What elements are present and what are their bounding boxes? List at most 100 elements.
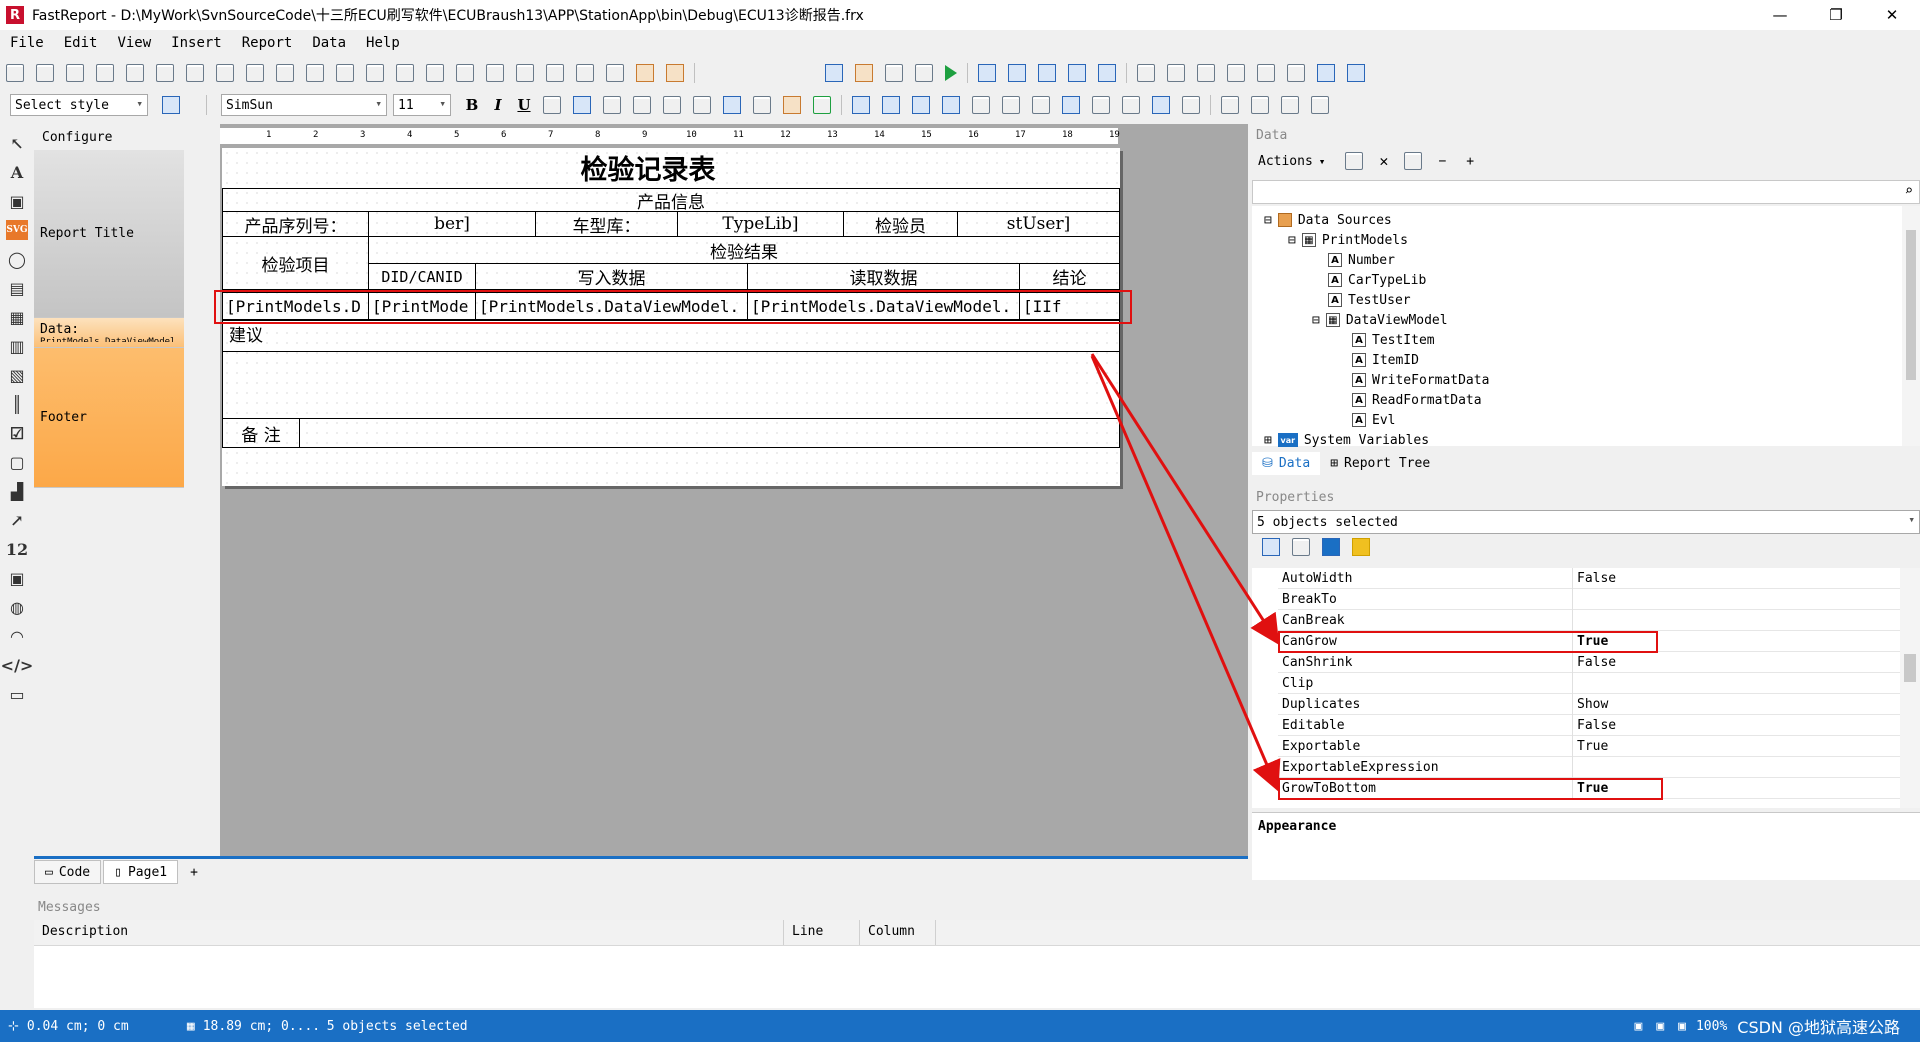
- alphabetical-icon[interactable]: [1292, 538, 1310, 556]
- remark-label[interactable]: 备 注: [222, 418, 300, 448]
- car-type-value[interactable]: TypeLib]: [677, 211, 844, 237]
- line-style-icon[interactable]: [1182, 96, 1200, 114]
- tree-node-evl[interactable]: A Evl: [1352, 410, 1395, 430]
- text-justify-icon[interactable]: [633, 96, 651, 114]
- map-icon[interactable]: ◍: [6, 597, 28, 617]
- align-grid-icon[interactable]: [6, 64, 24, 82]
- text-align-right-icon[interactable]: [603, 96, 621, 114]
- inspection-item-label[interactable]: 检验项目: [222, 236, 369, 290]
- menu-data[interactable]: Data: [312, 35, 346, 51]
- shape-icon[interactable]: ◯: [6, 249, 28, 269]
- undo-icon[interactable]: [1257, 64, 1275, 82]
- chevron-down-icon[interactable]: ▾: [1319, 155, 1326, 168]
- close-button[interactable]: ✕: [1864, 0, 1920, 30]
- tree-node-data-sources[interactable]: ⊟ Data Sources: [1264, 210, 1392, 230]
- product-info-header[interactable]: 产品信息: [222, 188, 1120, 212]
- tree-node-testitem[interactable]: A TestItem: [1352, 330, 1435, 350]
- svg-icon[interactable]: SVG: [6, 220, 28, 240]
- remove-vspace-icon[interactable]: [546, 64, 564, 82]
- col-write-header[interactable]: 写入数据: [475, 263, 748, 290]
- serial-label[interactable]: 产品序列号：: [222, 211, 369, 237]
- valign-top-icon[interactable]: [663, 96, 681, 114]
- underline-button[interactable]: U: [511, 96, 537, 114]
- italic-button[interactable]: I: [485, 96, 511, 114]
- tab-report-tree[interactable]: ⊞ Report Tree: [1320, 452, 1440, 475]
- send-back-icon[interactable]: [666, 64, 684, 82]
- rename-icon[interactable]: [1404, 152, 1423, 170]
- tree-node-dataviewmodel[interactable]: ⊟ ▦ DataViewModel: [1312, 310, 1448, 330]
- border-all-icon[interactable]: [972, 96, 990, 114]
- border-top-icon[interactable]: [852, 96, 870, 114]
- move-icon[interactable]: [1221, 96, 1239, 114]
- prop-row-breakto[interactable]: BreakTo: [1278, 588, 1900, 610]
- menu-report[interactable]: Report: [242, 35, 293, 51]
- align-left-icon[interactable]: [66, 64, 84, 82]
- tree-node-itemid[interactable]: A ItemID: [1352, 350, 1419, 370]
- increase-hspace-icon[interactable]: [366, 64, 384, 82]
- tree-node-readformatdata[interactable]: A ReadFormatData: [1352, 390, 1482, 410]
- fit-grid-icon[interactable]: [36, 64, 54, 82]
- col-read-header[interactable]: 读取数据: [747, 263, 1020, 290]
- preview-play-icon[interactable]: [945, 65, 957, 81]
- zoom-level[interactable]: 100%: [1696, 1019, 1727, 1034]
- collapse-icon[interactable]: −: [1438, 154, 1446, 169]
- col-column[interactable]: Column: [860, 920, 936, 945]
- tree-scroll-thumb[interactable]: [1906, 230, 1916, 380]
- chart-icon[interactable]: ▟: [6, 481, 28, 501]
- search-icon[interactable]: ⌕: [1905, 183, 1913, 199]
- line-color-icon[interactable]: [1122, 96, 1140, 114]
- font-combo[interactable]: SimSun: [221, 94, 387, 116]
- prop-row-clip[interactable]: Clip: [1278, 672, 1900, 694]
- style-editor-icon[interactable]: [162, 96, 180, 114]
- prop-value[interactable]: Show: [1573, 697, 1608, 712]
- rotate-icon[interactable]: [813, 96, 831, 114]
- col-did-header[interactable]: DID/CANID: [368, 263, 476, 290]
- expand-icon[interactable]: +: [1466, 154, 1474, 169]
- tree-scrollbar[interactable]: [1902, 206, 1920, 446]
- band-footer[interactable]: Footer: [34, 348, 184, 488]
- inspection-result-label[interactable]: 检验结果: [368, 236, 1120, 264]
- data-search-input[interactable]: ⌕: [1252, 180, 1920, 204]
- tab-code[interactable]: ▭ Code: [34, 860, 102, 884]
- report-title-text[interactable]: 检验记录表: [428, 148, 868, 186]
- tree-node-writeformatdata[interactable]: A WriteFormatData: [1352, 370, 1489, 390]
- col-description[interactable]: Description: [34, 920, 784, 945]
- cellular-text-icon[interactable]: ▧: [6, 365, 28, 385]
- remove-hspace-icon[interactable]: [426, 64, 444, 82]
- tab-page1[interactable]: ▯ Page1: [103, 860, 179, 884]
- center-vertical-icon[interactable]: [606, 64, 624, 82]
- rich-text-icon[interactable]: ▢: [6, 452, 28, 472]
- menu-file[interactable]: File: [10, 35, 44, 51]
- align-center-icon[interactable]: [96, 64, 114, 82]
- dialog-icon[interactable]: ▭: [6, 684, 28, 704]
- border-none-icon[interactable]: [1002, 96, 1020, 114]
- col-line[interactable]: Line: [784, 920, 860, 945]
- expander-icon[interactable]: ⊟: [1264, 213, 1272, 228]
- border-left-icon[interactable]: [912, 96, 930, 114]
- save-icon[interactable]: [885, 64, 903, 82]
- text-object-icon[interactable]: A: [6, 162, 28, 182]
- expander-icon[interactable]: ⊞: [1264, 433, 1272, 448]
- valign-middle-icon[interactable]: [693, 96, 711, 114]
- align-bottom-icon[interactable]: [216, 64, 234, 82]
- table-icon[interactable]: ▦: [6, 307, 28, 327]
- prop-row-editable[interactable]: Editable False: [1278, 714, 1900, 736]
- inspector-label[interactable]: 检验员: [843, 211, 958, 237]
- new-report-icon[interactable]: [825, 64, 843, 82]
- cut-icon[interactable]: [1137, 64, 1155, 82]
- tab-data[interactable]: ⛁ Data: [1252, 451, 1321, 475]
- open-icon[interactable]: [855, 64, 873, 82]
- bring-front-icon[interactable]: [636, 64, 654, 82]
- tree-node-number[interactable]: A Number: [1328, 250, 1395, 270]
- col-conclusion-header[interactable]: 结论: [1019, 263, 1120, 290]
- properties-wrench-icon[interactable]: [1322, 538, 1340, 556]
- properties-scroll-thumb[interactable]: [1904, 654, 1916, 682]
- expander-icon[interactable]: ⊟: [1288, 233, 1296, 248]
- suggestion-body[interactable]: [222, 351, 1120, 419]
- matrix-icon[interactable]: ▥: [6, 336, 28, 356]
- increase-vspace-icon[interactable]: [486, 64, 504, 82]
- bold-button[interactable]: B: [459, 96, 485, 114]
- align-middle-icon[interactable]: [186, 64, 204, 82]
- style-combo[interactable]: Select style: [10, 94, 148, 116]
- prop-row-duplicates[interactable]: Duplicates Show: [1278, 693, 1900, 715]
